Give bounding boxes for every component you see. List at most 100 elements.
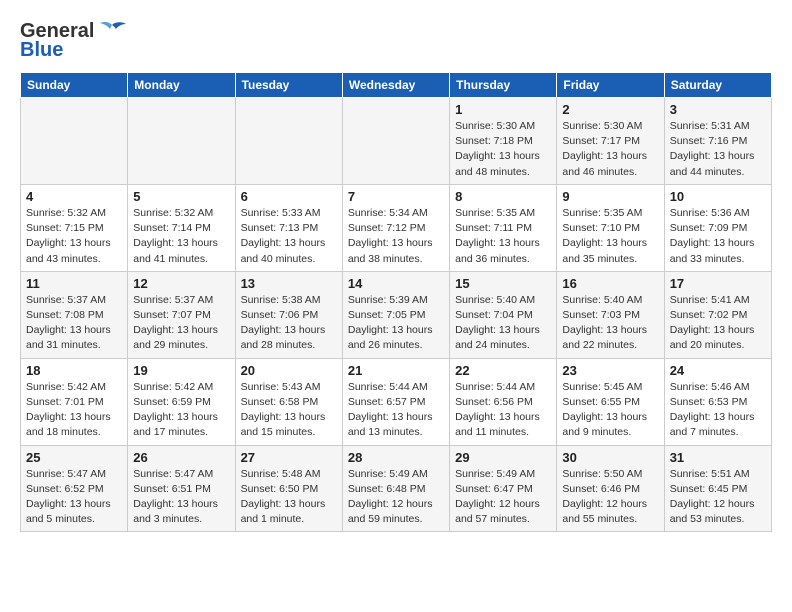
calendar-day-cell: 5 Sunrise: 5:32 AM Sunset: 7:14 PM Daylig… [128,184,235,271]
calendar-day-cell: 18 Sunrise: 5:42 AM Sunset: 7:01 PM Dayli… [21,358,128,445]
day-number: 9 [562,189,658,204]
day-of-week-header: Tuesday [235,73,342,98]
day-number: 6 [241,189,337,204]
day-info: Sunrise: 5:39 AM Sunset: 7:05 PM Dayligh… [348,293,444,354]
day-number: 18 [26,363,122,378]
calendar-day-cell: 14 Sunrise: 5:39 AM Sunset: 7:05 PM Dayli… [342,271,449,358]
day-number: 15 [455,276,551,291]
day-number: 28 [348,450,444,465]
calendar-day-cell: 1 Sunrise: 5:30 AM Sunset: 7:18 PM Daylig… [450,98,557,185]
calendar-week-row: 1 Sunrise: 5:30 AM Sunset: 7:18 PM Daylig… [21,98,772,185]
day-number: 12 [133,276,229,291]
calendar-day-cell: 26Sunrise: 5:47 AM Sunset: 6:51 PM Dayli… [128,445,235,532]
day-info: Sunrise: 5:41 AM Sunset: 7:02 PM Dayligh… [670,293,766,354]
calendar-day-cell: 27 Sunrise: 5:48 AM Sunset: 6:50 PM Dayli… [235,445,342,532]
calendar-day-cell: 20Sunrise: 5:43 AM Sunset: 6:58 PM Dayli… [235,358,342,445]
day-of-week-header: Monday [128,73,235,98]
day-number: 13 [241,276,337,291]
day-info: Sunrise: 5:30 AM Sunset: 7:18 PM Dayligh… [455,119,551,180]
day-info: Sunrise: 5:48 AM Sunset: 6:50 PM Dayligh… [241,467,337,528]
day-number: 2 [562,102,658,117]
calendar-day-cell: 9 Sunrise: 5:35 AM Sunset: 7:10 PM Daylig… [557,184,664,271]
calendar-day-cell: 17 Sunrise: 5:41 AM Sunset: 7:02 PM Dayli… [664,271,771,358]
calendar-day-cell: 25 Sunrise: 5:47 AM Sunset: 6:52 PM Dayli… [21,445,128,532]
logo-blue-text: Blue [20,39,63,62]
calendar-day-cell [21,98,128,185]
day-info: Sunrise: 5:34 AM Sunset: 7:12 PM Dayligh… [348,206,444,267]
page-header: General Blue [20,20,772,62]
day-of-week-header: Friday [557,73,664,98]
day-info: Sunrise: 5:47 AM Sunset: 6:52 PM Dayligh… [26,467,122,528]
calendar-day-cell: 11Sunrise: 5:37 AM Sunset: 7:08 PM Dayli… [21,271,128,358]
calendar-week-row: 25 Sunrise: 5:47 AM Sunset: 6:52 PM Dayli… [21,445,772,532]
day-info: Sunrise: 5:40 AM Sunset: 7:03 PM Dayligh… [562,293,658,354]
day-number: 17 [670,276,766,291]
day-info: Sunrise: 5:42 AM Sunset: 7:01 PM Dayligh… [26,380,122,441]
calendar-day-cell: 30 Sunrise: 5:50 AM Sunset: 6:46 PM Dayli… [557,445,664,532]
day-info: Sunrise: 5:37 AM Sunset: 7:07 PM Dayligh… [133,293,229,354]
day-info: Sunrise: 5:44 AM Sunset: 6:56 PM Dayligh… [455,380,551,441]
day-number: 23 [562,363,658,378]
day-number: 25 [26,450,122,465]
day-number: 16 [562,276,658,291]
calendar-day-cell: 3 Sunrise: 5:31 AM Sunset: 7:16 PM Daylig… [664,98,771,185]
day-number: 29 [455,450,551,465]
day-of-week-header: Wednesday [342,73,449,98]
calendar-week-row: 4 Sunrise: 5:32 AM Sunset: 7:15 PM Daylig… [21,184,772,271]
day-number: 10 [670,189,766,204]
calendar-day-cell: 8 Sunrise: 5:35 AM Sunset: 7:11 PM Daylig… [450,184,557,271]
day-number: 21 [348,363,444,378]
day-number: 14 [348,276,444,291]
day-info: Sunrise: 5:35 AM Sunset: 7:11 PM Dayligh… [455,206,551,267]
day-info: Sunrise: 5:32 AM Sunset: 7:14 PM Dayligh… [133,206,229,267]
day-info: Sunrise: 5:45 AM Sunset: 6:55 PM Dayligh… [562,380,658,441]
day-info: Sunrise: 5:49 AM Sunset: 6:47 PM Dayligh… [455,467,551,528]
day-info: Sunrise: 5:38 AM Sunset: 7:06 PM Dayligh… [241,293,337,354]
calendar-day-cell: 15Sunrise: 5:40 AM Sunset: 7:04 PM Dayli… [450,271,557,358]
day-info: Sunrise: 5:46 AM Sunset: 6:53 PM Dayligh… [670,380,766,441]
day-info: Sunrise: 5:33 AM Sunset: 7:13 PM Dayligh… [241,206,337,267]
day-number: 3 [670,102,766,117]
logo-bird-icon [96,21,128,43]
day-number: 1 [455,102,551,117]
calendar-day-cell: 21 Sunrise: 5:44 AM Sunset: 6:57 PM Dayli… [342,358,449,445]
calendar-day-cell [342,98,449,185]
day-info: Sunrise: 5:42 AM Sunset: 6:59 PM Dayligh… [133,380,229,441]
day-info: Sunrise: 5:35 AM Sunset: 7:10 PM Dayligh… [562,206,658,267]
logo: General Blue [20,20,128,62]
calendar-day-cell: 24 Sunrise: 5:46 AM Sunset: 6:53 PM Dayli… [664,358,771,445]
calendar-body: 1 Sunrise: 5:30 AM Sunset: 7:18 PM Daylig… [21,98,772,532]
calendar-week-row: 11Sunrise: 5:37 AM Sunset: 7:08 PM Dayli… [21,271,772,358]
day-info: Sunrise: 5:50 AM Sunset: 6:46 PM Dayligh… [562,467,658,528]
calendar-day-cell: 28Sunrise: 5:49 AM Sunset: 6:48 PM Dayli… [342,445,449,532]
day-number: 8 [455,189,551,204]
calendar-day-cell: 4 Sunrise: 5:32 AM Sunset: 7:15 PM Daylig… [21,184,128,271]
day-number: 24 [670,363,766,378]
calendar-day-cell: 29 Sunrise: 5:49 AM Sunset: 6:47 PM Dayli… [450,445,557,532]
day-info: Sunrise: 5:51 AM Sunset: 6:45 PM Dayligh… [670,467,766,528]
calendar-day-cell: 22 Sunrise: 5:44 AM Sunset: 6:56 PM Dayli… [450,358,557,445]
calendar-day-cell: 12 Sunrise: 5:37 AM Sunset: 7:07 PM Dayli… [128,271,235,358]
calendar-day-cell: 6 Sunrise: 5:33 AM Sunset: 7:13 PM Daylig… [235,184,342,271]
calendar-day-cell: 10Sunrise: 5:36 AM Sunset: 7:09 PM Dayli… [664,184,771,271]
day-of-week-header: Thursday [450,73,557,98]
calendar-week-row: 18 Sunrise: 5:42 AM Sunset: 7:01 PM Dayli… [21,358,772,445]
calendar-day-cell: 13 Sunrise: 5:38 AM Sunset: 7:06 PM Dayli… [235,271,342,358]
day-number: 22 [455,363,551,378]
day-number: 4 [26,189,122,204]
day-info: Sunrise: 5:31 AM Sunset: 7:16 PM Dayligh… [670,119,766,180]
calendar-day-cell: 23 Sunrise: 5:45 AM Sunset: 6:55 PM Dayli… [557,358,664,445]
day-number: 5 [133,189,229,204]
calendar-day-cell [235,98,342,185]
calendar-day-cell: 19Sunrise: 5:42 AM Sunset: 6:59 PM Dayli… [128,358,235,445]
day-number: 30 [562,450,658,465]
calendar-table: SundayMondayTuesdayWednesdayThursdayFrid… [20,72,772,532]
day-number: 20 [241,363,337,378]
calendar-day-cell [128,98,235,185]
day-info: Sunrise: 5:44 AM Sunset: 6:57 PM Dayligh… [348,380,444,441]
day-number: 27 [241,450,337,465]
day-number: 7 [348,189,444,204]
day-info: Sunrise: 5:32 AM Sunset: 7:15 PM Dayligh… [26,206,122,267]
day-info: Sunrise: 5:30 AM Sunset: 7:17 PM Dayligh… [562,119,658,180]
calendar-day-cell: 31Sunrise: 5:51 AM Sunset: 6:45 PM Dayli… [664,445,771,532]
